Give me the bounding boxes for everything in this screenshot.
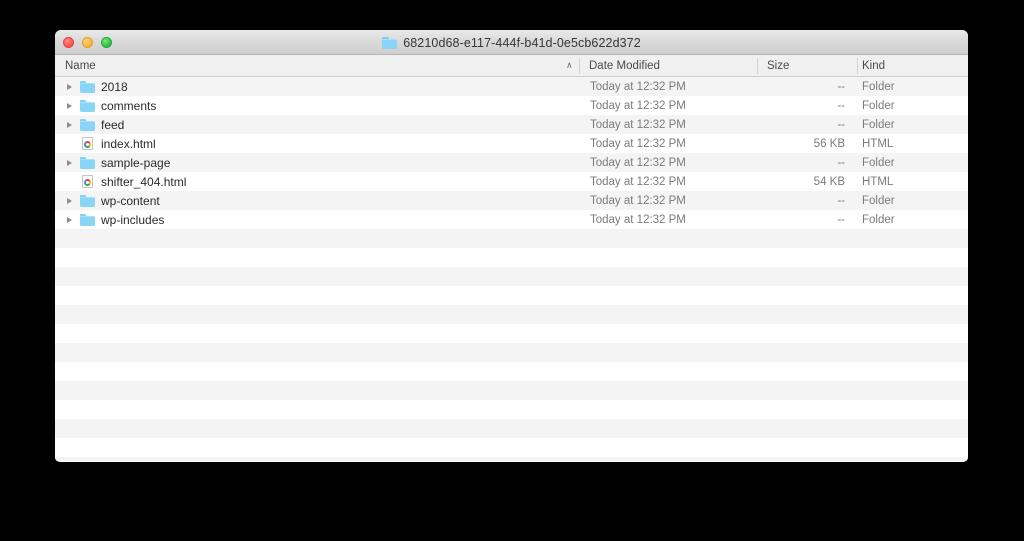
kind-cell: Folder [862, 194, 895, 207]
list-stripe [55, 457, 968, 461]
kind-cell: Folder [862, 213, 895, 226]
size-cell: -- [837, 80, 845, 93]
window-title: 68210d68-e117-444f-b41d-0e5cb622d372 [403, 35, 641, 50]
table-row[interactable]: wp-includes Today at 12:32 PM -- Folder [55, 210, 968, 229]
kind-cell: Folder [862, 118, 895, 131]
file-name-label: feed [101, 117, 125, 132]
file-name-cell[interactable]: wp-content [55, 191, 160, 210]
list-stripe [55, 229, 968, 248]
file-name-label: comments [101, 98, 157, 113]
column-divider-size[interactable] [857, 58, 858, 74]
kind-cell: Folder [862, 99, 895, 112]
disclosure-triangle-icon[interactable] [64, 102, 75, 109]
file-name-cell[interactable]: index.html [55, 134, 156, 153]
folder-icon [79, 213, 95, 226]
kind-cell: Folder [862, 156, 895, 169]
date-modified-cell: Today at 12:32 PM [590, 99, 686, 112]
file-name-label: wp-content [101, 193, 160, 208]
table-row[interactable]: sample-page Today at 12:32 PM -- Folder [55, 153, 968, 172]
folder-icon [79, 118, 95, 131]
folder-icon [79, 99, 95, 112]
minimize-window-button[interactable] [82, 36, 93, 48]
window-titlebar[interactable]: 68210d68-e117-444f-b41d-0e5cb622d372 [55, 30, 968, 55]
file-name-label: wp-includes [101, 212, 165, 227]
close-window-button[interactable] [63, 36, 74, 48]
table-row[interactable]: wp-content Today at 12:32 PM -- Folder [55, 191, 968, 210]
table-row[interactable]: index.html Today at 12:32 PM 56 KB HTML [55, 134, 968, 153]
file-name-cell[interactable]: sample-page [55, 153, 170, 172]
column-divider-date[interactable] [757, 58, 758, 74]
disclosure-spacer [64, 141, 75, 147]
list-stripe [55, 248, 968, 267]
size-cell: 54 KB [813, 175, 845, 188]
kind-cell: Folder [862, 80, 895, 93]
size-cell: -- [837, 156, 845, 169]
table-row[interactable]: feed Today at 12:32 PM -- Folder [55, 115, 968, 134]
size-cell: -- [837, 213, 845, 226]
table-row[interactable]: 2018 Today at 12:32 PM -- Folder [55, 77, 968, 96]
date-modified-cell: Today at 12:32 PM [590, 194, 686, 207]
column-header-row: Name ∧ Date Modified Size Kind [55, 55, 968, 77]
file-name-cell[interactable]: wp-includes [55, 210, 164, 229]
date-modified-cell: Today at 12:32 PM [590, 80, 686, 93]
list-stripe [55, 343, 968, 362]
window-title-group: 68210d68-e117-444f-b41d-0e5cb622d372 [55, 30, 968, 55]
column-header-name[interactable]: Name [65, 55, 96, 76]
disclosure-triangle-icon[interactable] [64, 159, 75, 166]
file-name-label: shifter_404.html [101, 174, 187, 189]
date-modified-cell: Today at 12:32 PM [590, 213, 686, 226]
list-stripe [55, 267, 968, 286]
date-modified-cell: Today at 12:32 PM [590, 156, 686, 169]
kind-cell: HTML [862, 175, 894, 188]
zoom-window-button[interactable] [101, 36, 112, 48]
date-modified-cell: Today at 12:32 PM [590, 137, 686, 150]
table-row[interactable]: shifter_404.html Today at 12:32 PM 54 KB HT… [55, 172, 968, 191]
date-modified-cell: Today at 12:32 PM [590, 118, 686, 131]
size-cell: 56 KB [813, 137, 845, 150]
folder-icon [382, 36, 398, 49]
folder-icon [79, 156, 95, 169]
file-name-label: index.html [101, 136, 156, 151]
file-name-cell[interactable]: 2018 [55, 77, 128, 96]
finder-window: 68210d68-e117-444f-b41d-0e5cb622d372 Nam… [55, 30, 968, 462]
column-header-date-modified[interactable]: Date Modified [589, 55, 660, 76]
file-name-label: 2018 [101, 79, 128, 94]
disclosure-triangle-icon[interactable] [64, 121, 75, 128]
list-stripe [55, 419, 968, 438]
disclosure-triangle-icon[interactable] [64, 197, 75, 204]
disclosure-triangle-icon[interactable] [64, 83, 75, 90]
list-stripe [55, 286, 968, 305]
disclosure-triangle-icon[interactable] [64, 216, 75, 223]
traffic-light-group [63, 30, 112, 54]
list-stripe [55, 400, 968, 419]
list-stripe [55, 324, 968, 343]
folder-icon [79, 80, 95, 93]
list-stripe [55, 305, 968, 324]
size-cell: -- [837, 99, 845, 112]
file-name-cell[interactable]: feed [55, 115, 124, 134]
kind-cell: HTML [862, 137, 894, 150]
file-name-label: sample-page [101, 155, 171, 170]
list-stripe [55, 362, 968, 381]
folder-icon [79, 194, 95, 207]
column-header-kind[interactable]: Kind [862, 55, 885, 76]
date-modified-cell: Today at 12:32 PM [590, 175, 686, 188]
disclosure-spacer [64, 179, 75, 185]
file-name-cell[interactable]: comments [55, 96, 156, 115]
table-row[interactable]: comments Today at 12:32 PM -- Folder [55, 96, 968, 115]
html-file-icon [79, 137, 95, 150]
file-name-cell[interactable]: shifter_404.html [55, 172, 186, 191]
file-list[interactable]: 2018 Today at 12:32 PM -- Folder comments Tod… [55, 77, 968, 461]
column-divider-name[interactable] [579, 58, 580, 74]
list-stripe [55, 381, 968, 400]
sort-ascending-icon[interactable]: ∧ [566, 55, 573, 76]
list-stripe [55, 438, 968, 457]
size-cell: -- [837, 194, 845, 207]
size-cell: -- [837, 118, 845, 131]
html-file-icon [79, 175, 95, 188]
column-header-size[interactable]: Size [767, 55, 789, 76]
